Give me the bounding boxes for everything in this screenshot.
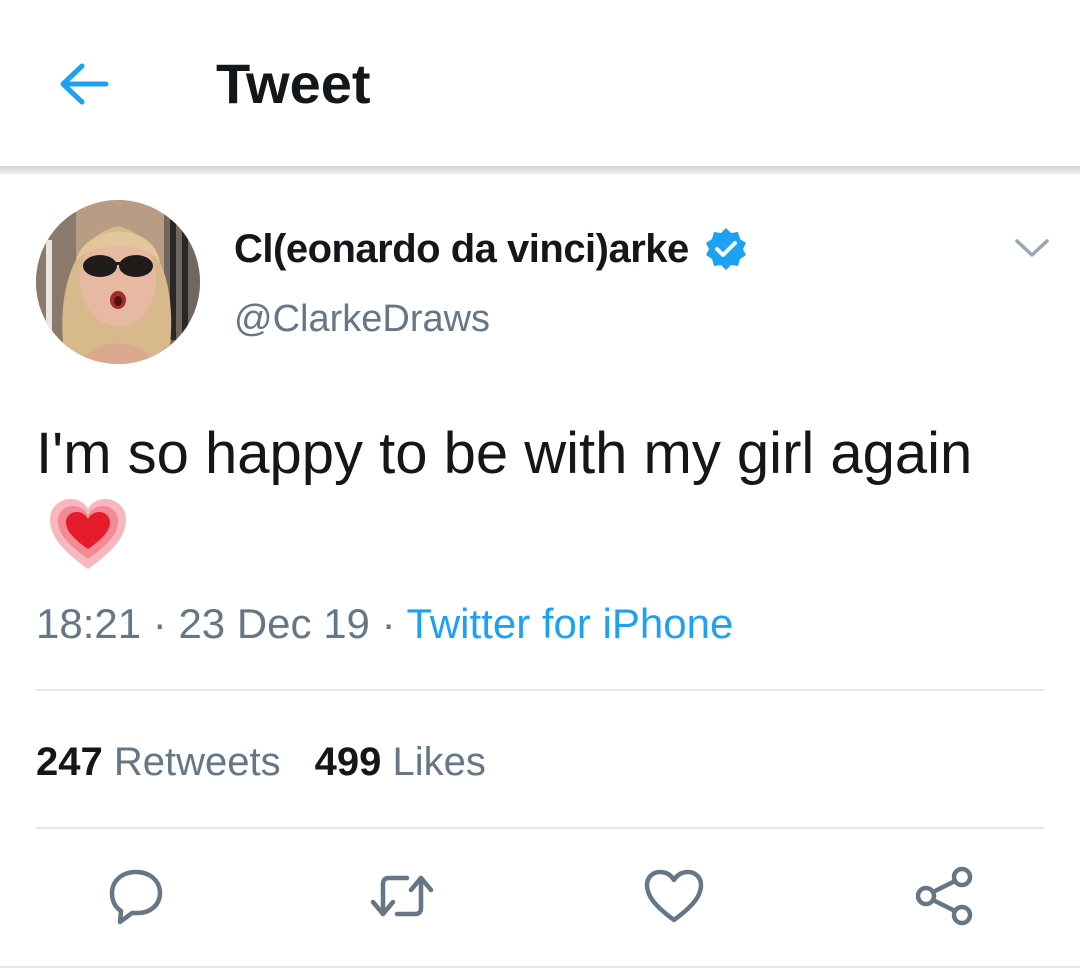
likes-count: 499 (314, 740, 382, 784)
likes-label: Likes (392, 740, 486, 784)
divider (0, 966, 1080, 968)
tweet-time: 18:21 (36, 600, 142, 647)
meta-separator: · (152, 600, 167, 647)
retweets-count: 247 (36, 740, 103, 784)
author-handle[interactable]: @ClarkeDraws (234, 298, 490, 341)
tweet-date: 23 Dec 19 (178, 600, 370, 647)
author-display-name[interactable]: Cl(eonardo da vinci)arke (234, 227, 689, 272)
share-icon (915, 866, 973, 926)
avatar[interactable] (36, 200, 200, 364)
top-app-bar: Tweet (0, 0, 1080, 166)
retweet-button[interactable] (366, 860, 438, 932)
divider (36, 827, 1044, 829)
back-button[interactable] (52, 52, 116, 116)
tweet-options-button[interactable] (1006, 222, 1058, 274)
reply-button[interactable] (100, 860, 172, 932)
heart-icon (644, 869, 704, 923)
page-title: Tweet (216, 52, 371, 115)
author-name-row: Cl(eonardo da vinci)arke (234, 222, 749, 276)
reply-bubble-icon (109, 869, 163, 925)
tweet-meta: 18:21 · 23 Dec 19 · Twitter for iPhone (36, 596, 733, 652)
tweet-body: I'm so happy to be with my girl again (36, 412, 1036, 580)
header-divider (0, 166, 1080, 174)
tweet-text: I'm so happy to be with my girl again (36, 421, 973, 486)
retweets-stat[interactable]: 247 Retweets (36, 740, 281, 784)
meta-separator: · (381, 600, 396, 647)
growing-heart-emoji (50, 499, 126, 571)
tweet-stats: 247 Retweets 499 Likes (36, 734, 486, 790)
arrow-left-icon (60, 63, 109, 105)
retweet-icon (370, 875, 434, 917)
divider (36, 689, 1044, 691)
tweet-source-link[interactable]: Twitter for iPhone (407, 600, 734, 647)
chevron-down-icon (1015, 239, 1049, 257)
retweets-label: Retweets (113, 740, 281, 784)
verified-badge-icon (703, 226, 749, 272)
share-button[interactable] (908, 860, 980, 932)
avatar-photo (36, 200, 200, 364)
tweet-action-bar (0, 860, 1080, 940)
like-button[interactable] (638, 860, 710, 932)
likes-stat[interactable]: 499 Likes (315, 740, 486, 784)
